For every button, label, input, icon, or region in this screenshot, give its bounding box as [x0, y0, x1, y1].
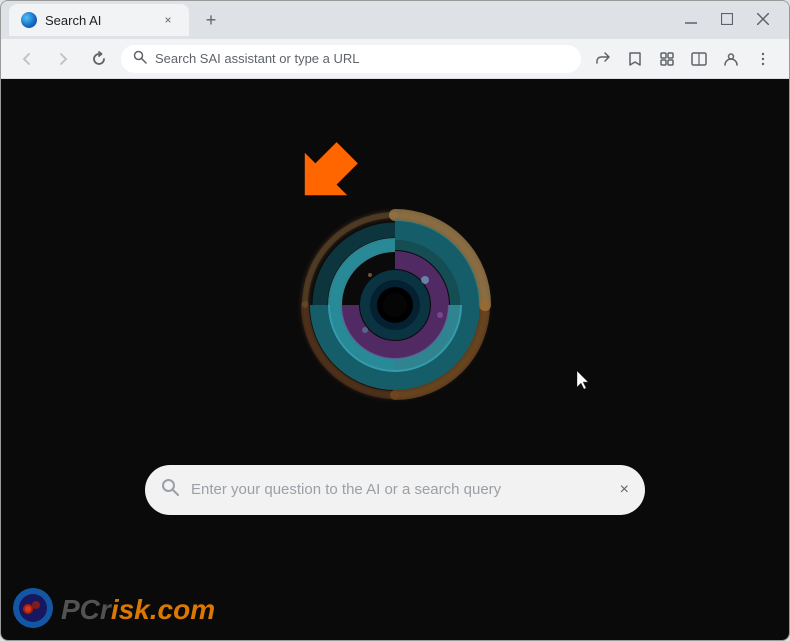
address-actions [589, 45, 777, 73]
watermark-logo [13, 588, 53, 628]
new-tab-button[interactable]: + [197, 6, 225, 34]
browser-tab[interactable]: Search AI × [9, 4, 189, 36]
tab-close-button[interactable]: × [159, 11, 177, 29]
address-bar-row: Search SAI assistant or type a URL [1, 39, 789, 79]
close-window-button[interactable] [753, 13, 773, 28]
search-clear-button[interactable]: × [620, 481, 629, 499]
tab-title: Search AI [45, 13, 151, 28]
menu-icon[interactable] [749, 45, 777, 73]
refresh-button[interactable] [85, 45, 113, 73]
search-bar[interactable]: Enter your question to the AI or a searc… [145, 465, 645, 515]
forward-button[interactable] [49, 45, 77, 73]
browser-window: Search AI × + [0, 0, 790, 641]
title-bar: Search AI × + [1, 1, 789, 39]
page-content: Enter your question to the AI or a searc… [1, 79, 789, 640]
watermark-text: PCrisk.com [61, 590, 215, 627]
watermark: PCrisk.com [13, 588, 215, 628]
profile-icon[interactable] [717, 45, 745, 73]
split-view-icon[interactable] [685, 45, 713, 73]
logo-container [295, 205, 495, 405]
extensions-icon[interactable] [653, 45, 681, 73]
address-placeholder: Search SAI assistant or type a URL [155, 51, 359, 66]
share-icon[interactable] [589, 45, 617, 73]
address-search-icon [133, 50, 147, 67]
search-icon [161, 478, 179, 501]
tab-favicon [21, 12, 37, 28]
maximize-button[interactable] [717, 13, 737, 28]
mouse-cursor [577, 371, 589, 389]
address-bar[interactable]: Search SAI assistant or type a URL [121, 45, 581, 73]
bookmark-icon[interactable] [621, 45, 649, 73]
search-placeholder-text: Enter your question to the AI or a searc… [191, 481, 608, 498]
window-controls [681, 13, 781, 28]
minimize-button[interactable] [681, 13, 701, 27]
back-button[interactable] [13, 45, 41, 73]
